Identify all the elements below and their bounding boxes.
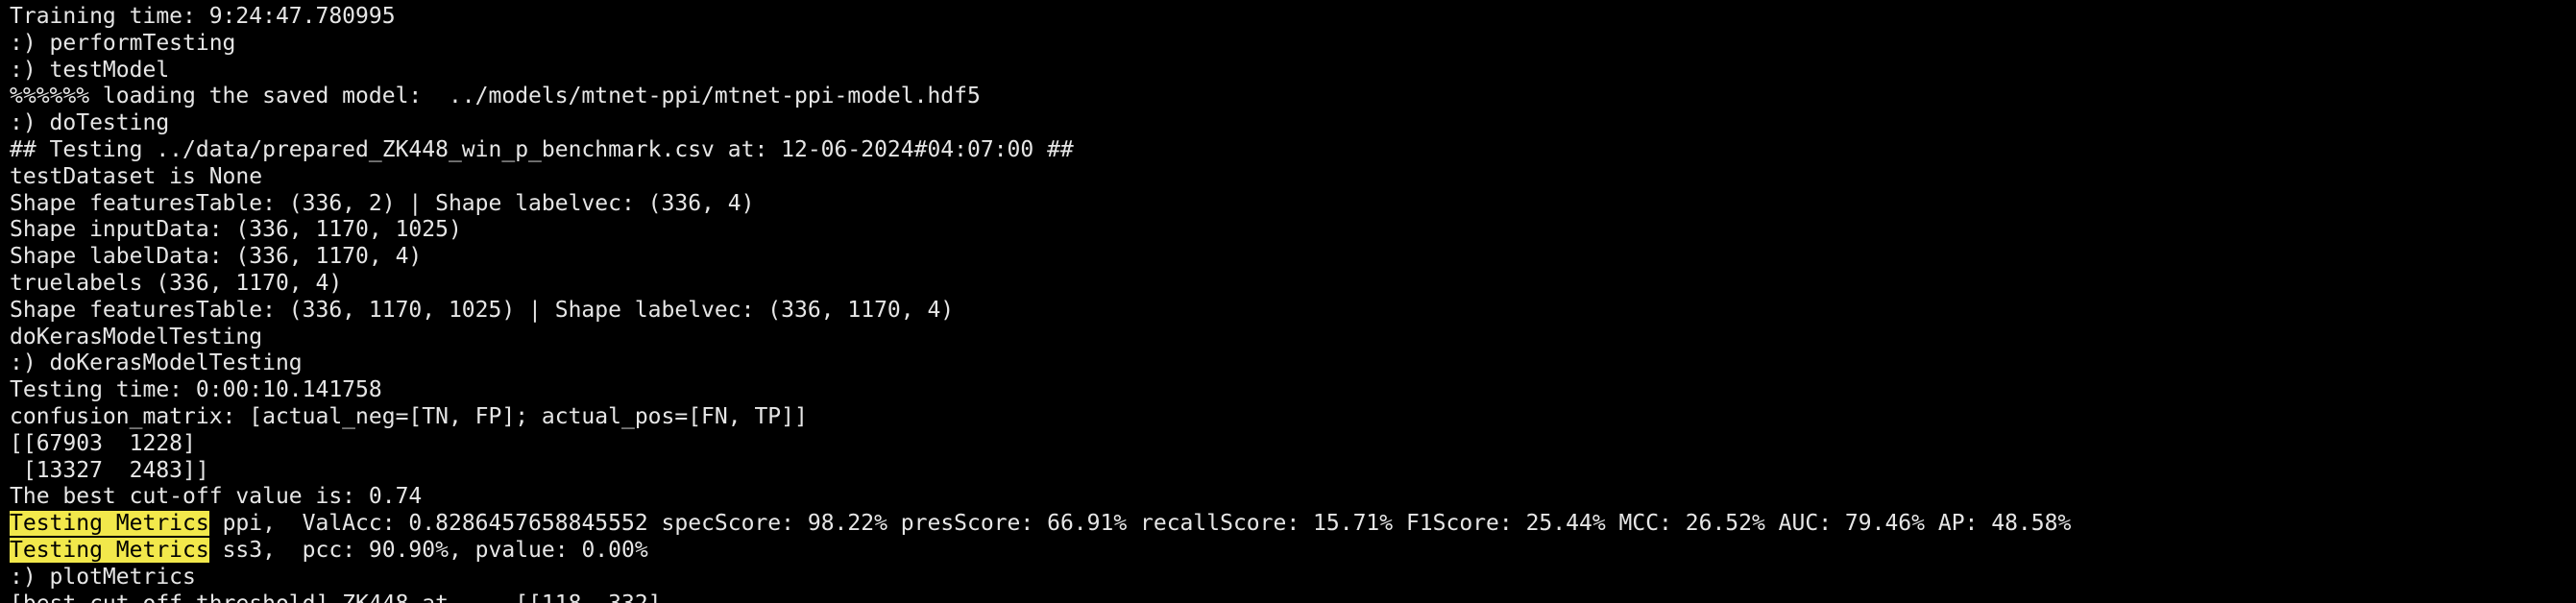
terminal-line: [[67903 1228] xyxy=(10,430,196,456)
terminal-line: Training time: 9:24:47.780995 xyxy=(10,4,396,29)
terminal-line: :) doKerasModelTesting xyxy=(10,350,303,376)
terminal-line: [13327 2483]] xyxy=(10,457,209,483)
terminal-line: Testing time: 0:00:10.141758 xyxy=(10,377,382,403)
terminal-line: :) testModel xyxy=(10,57,170,83)
search-highlight: Testing Metrics xyxy=(10,511,209,537)
terminal-line: confusion_matrix: [actual_neg=[TN, FP]; … xyxy=(10,403,808,429)
terminal-line: truelabels (336, 1170, 4) xyxy=(10,270,343,296)
terminal-output[interactable]: Training time: 9:24:47.780995 :) perform… xyxy=(0,0,2576,603)
terminal-line: %%%%%% loading the saved model: ../model… xyxy=(10,84,981,109)
terminal-line: :) performTesting xyxy=(10,30,236,56)
metrics-text: ppi, ValAcc: 0.8286457658845552 specScor… xyxy=(208,511,2072,537)
search-highlight: Testing Metrics xyxy=(10,537,209,563)
terminal-line: :) plotMetrics xyxy=(10,564,196,590)
terminal-line: The best cut-off value is: 0.74 xyxy=(10,484,423,510)
terminal-line: doKerasModelTesting xyxy=(10,324,263,350)
metrics-text: ss3, pcc: 90.90%, pvalue: 0.00% xyxy=(208,537,648,563)
metrics-line-ppi: Testing Metrics ppi, ValAcc: 0.828645765… xyxy=(10,511,2576,538)
terminal-line: Shape featuresTable: (336, 1170, 1025) |… xyxy=(10,297,955,323)
terminal-line: Shape labelData: (336, 1170, 4) xyxy=(10,244,423,270)
terminal-line: testDataset is None xyxy=(10,163,263,189)
terminal-line: Shape featuresTable: (336, 2) | Shape la… xyxy=(10,190,755,216)
terminal-line: Shape inputData: (336, 1170, 1025) xyxy=(10,217,462,243)
terminal-line: ## Testing ../data/prepared_ZK448_win_p_… xyxy=(10,136,1074,162)
terminal-line: :) doTesting xyxy=(10,110,170,136)
metrics-line-ss3: Testing Metrics ss3, pcc: 90.90%, pvalue… xyxy=(10,537,2576,565)
terminal-line-partial: [best cut-off threshold] ZK448 at ... [[… xyxy=(10,591,2576,603)
